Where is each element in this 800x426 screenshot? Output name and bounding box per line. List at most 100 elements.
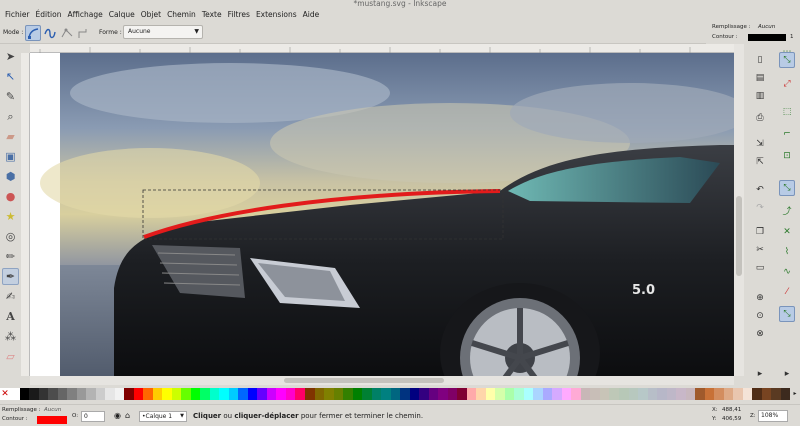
palette-swatch[interactable] [447,388,458,400]
node-tool[interactable]: ↖ [2,68,19,85]
palette-swatch[interactable] [457,388,467,400]
palette-swatch[interactable] [152,388,163,400]
palette-swatch[interactable] [542,388,553,400]
snap-paths-button[interactable]: ⤴ [779,202,795,218]
palette-swatch[interactable] [266,388,277,400]
palette-swatch[interactable] [133,388,144,400]
palette-swatch[interactable] [95,388,106,400]
palette-swatch[interactable] [86,388,96,400]
palette-swatch[interactable] [552,388,562,400]
palette-swatch[interactable] [114,388,125,400]
palette-swatch[interactable] [780,388,791,400]
palette-swatch[interactable] [752,388,762,400]
vertical-ruler[interactable] [21,53,30,376]
palette-swatch[interactable] [485,388,496,400]
shape-select[interactable]: Aucune ▼ [123,25,203,39]
palette-swatch[interactable] [324,388,334,400]
copy-button[interactable]: ❐ [752,224,768,240]
palette-swatch[interactable] [609,388,619,400]
zoom-page-button[interactable]: ⊗ [752,326,768,342]
rect-tool[interactable]: ▣ [2,148,19,165]
undo-button[interactable]: ↶ [752,182,768,198]
palette-swatch[interactable] [238,388,248,400]
palette-swatch[interactable] [628,388,639,400]
menu-extensions[interactable]: Extensions [253,9,300,21]
bspline-mode-button[interactable] [59,25,75,41]
no-paint-swatch[interactable]: ✕ [0,388,10,400]
opacity-spinbox[interactable]: 0 [81,411,105,422]
horizontal-ruler[interactable] [30,44,734,53]
horizontal-scrollbar[interactable] [30,376,734,385]
menu-texte[interactable]: Texte [199,9,225,21]
layer-select[interactable]: •Calque 1 ▼ [139,411,187,422]
palette-swatch[interactable] [247,388,258,400]
palette-swatch[interactable] [343,388,353,400]
palette-swatch[interactable] [219,388,229,400]
pen-tool[interactable]: ✒ [2,268,19,285]
paraxial-mode-button[interactable] [76,25,92,41]
horizontal-scroll-thumb[interactable] [284,378,444,383]
tweak-tool[interactable]: ✎ [2,88,19,105]
palette-swatch[interactable] [590,388,600,400]
palette-swatch[interactable] [619,388,629,400]
zoom-drawing-button[interactable]: ⊙ [752,308,768,324]
palette-swatch[interactable] [742,388,753,400]
palette-swatch[interactable] [200,388,210,400]
palette-swatch[interactable] [257,388,267,400]
palette-swatch[interactable] [571,388,581,400]
zoom-tool[interactable]: ⌕ [2,108,19,125]
palette-swatch[interactable] [10,388,20,400]
paste-button[interactable]: ▭ [752,260,768,276]
export-button[interactable]: ⇱ [752,154,768,170]
redo-button[interactable]: ↷ [752,200,768,216]
menu-calque[interactable]: Calque [106,9,138,21]
palette-swatch[interactable] [504,388,515,400]
palette-swatch[interactable] [438,388,448,400]
selector-tool[interactable]: ➤ [2,48,19,65]
palette-swatch[interactable] [276,388,286,400]
palette-swatch[interactable] [333,388,344,400]
palette-swatch[interactable] [162,388,172,400]
palette-swatch[interactable] [647,388,658,400]
palette-swatch[interactable] [771,388,781,400]
palette-swatch[interactable] [48,388,58,400]
snap-more-button[interactable]: ▸ [779,366,795,382]
import-button[interactable]: ⇲ [752,136,768,152]
palette-swatch[interactable] [599,388,610,400]
lock-icon[interactable]: ⌂ [125,411,130,420]
vertical-scrollbar[interactable] [734,44,744,376]
palette-swatch[interactable] [666,388,677,400]
palette-swatch[interactable] [285,388,296,400]
3dbox-tool[interactable]: ⬢ [2,168,19,185]
palette-swatch[interactable] [685,388,696,400]
drawing-canvas[interactable]: 5.0 [30,53,734,376]
status-stroke-swatch[interactable] [37,416,67,424]
palette-swatch[interactable] [400,388,410,400]
palette-swatch[interactable] [390,388,401,400]
bezier-mode-button[interactable] [25,25,41,41]
palette-swatch[interactable] [181,388,191,400]
palette-swatch[interactable] [466,388,477,400]
palette-swatch[interactable] [362,388,372,400]
palette-swatch[interactable] [714,388,724,400]
spiral-tool[interactable]: ◎ [2,228,19,245]
palette-swatch[interactable] [171,388,182,400]
ellipse-tool[interactable]: ● [2,188,19,205]
palette-swatch[interactable] [38,388,49,400]
palette-swatch[interactable] [67,388,77,400]
save-button[interactable]: ▥ [752,88,768,104]
palette-swatch[interactable] [657,388,667,400]
open-button[interactable]: ▤ [752,70,768,86]
vertical-scroll-thumb[interactable] [736,196,742,276]
cut-button[interactable]: ✂ [752,242,768,258]
print-button[interactable]: ⎙ [752,110,768,126]
palette-swatch[interactable] [561,388,572,400]
palette-swatch[interactable] [105,388,115,400]
menu-edition[interactable]: Édition [33,9,65,21]
new-document-button[interactable]: ▯ [752,52,768,68]
spiro-mode-button[interactable] [42,25,58,41]
palette-swatch[interactable] [495,388,505,400]
stroke-color-swatch[interactable] [748,34,786,41]
calligraphy-tool[interactable]: ✍ [2,288,19,305]
measure-tool[interactable]: ▰ [2,128,19,145]
